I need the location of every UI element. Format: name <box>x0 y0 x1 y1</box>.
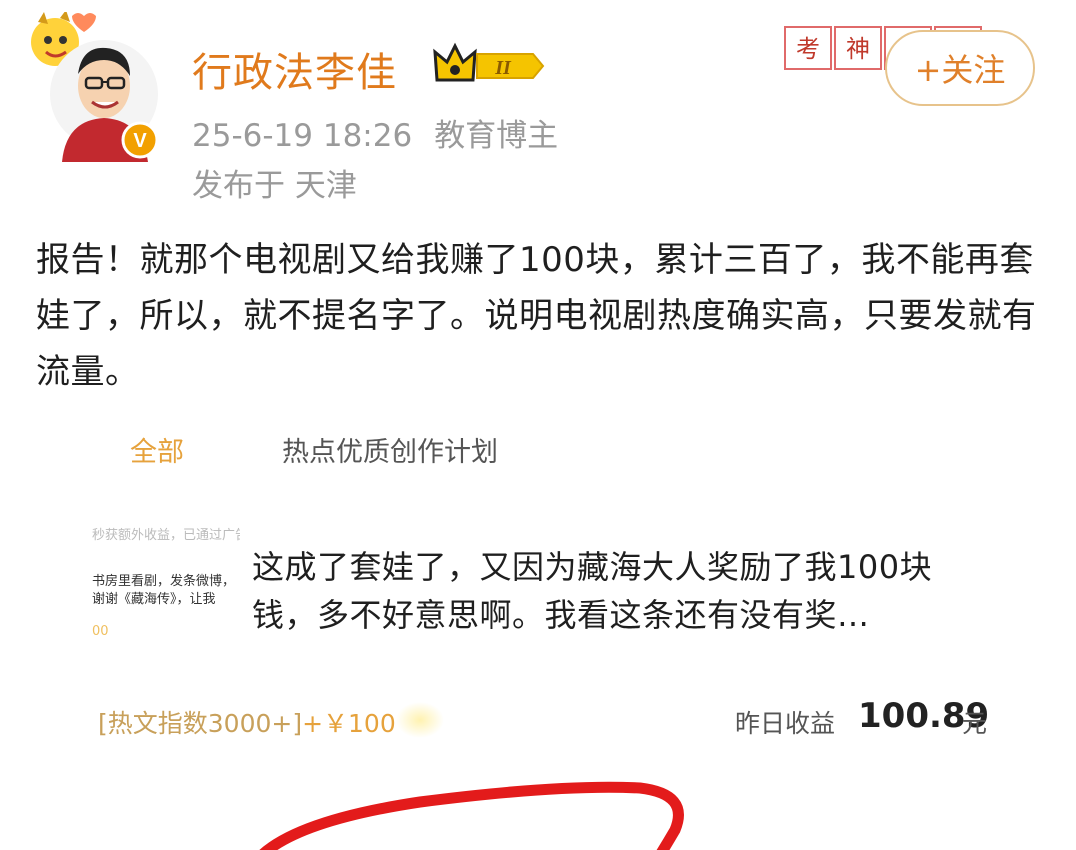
badge-level: II <box>494 57 512 79</box>
tab-hot-creation-plan[interactable]: 热点优质创作计划 <box>282 430 498 469</box>
reward-amount: +￥100 <box>302 709 396 738</box>
hot-index: [热文指数3000+] <box>98 709 303 738</box>
card-thumbnail[interactable]: 秒获额外收益，已通过广告并 书房里看剧，发条微博， 谢谢《藏海传》，让我 00 <box>80 520 240 650</box>
hot-index-reward: [热文指数3000+]+￥100 <box>98 704 396 740</box>
stamp-char-1: 考 <box>796 35 820 63</box>
yesterday-earnings-label: 昨日收益 <box>735 709 836 738</box>
red-annotation-circle <box>259 781 684 850</box>
location: 发布于 天津 <box>192 168 357 204</box>
thumb-line: 秒获额外收益，已通过广告并 <box>92 528 240 543</box>
tab-all[interactable]: 全部 <box>130 430 184 469</box>
thumb-line: 谢谢《藏海传》，让我 <box>92 592 216 607</box>
sparkle-icon <box>396 702 444 738</box>
svg-text:V: V <box>133 130 147 152</box>
verified-icon: V <box>121 121 159 159</box>
post-meta: 25-6-19 18:26 教育博主 <box>192 110 558 155</box>
thumb-line: 00 <box>92 624 109 639</box>
user-role: 教育博主 <box>434 118 559 154</box>
timestamp: 25-6-19 18:26 <box>192 118 413 154</box>
card-text[interactable]: 这成了套娃了，又因为藏海大人奖励了我100块钱，多不好意思啊。我看这条还有没有奖… <box>252 543 992 639</box>
username[interactable]: 行政法李佳 <box>192 40 397 98</box>
avatar[interactable]: V <box>30 12 170 162</box>
stamp-char-2: 神 <box>846 35 870 63</box>
currency-unit: 元 <box>962 709 988 738</box>
follow-button[interactable]: +关注 <box>885 30 1035 106</box>
post-body: 报告！就那个电视剧又给我赚了100块，累计三百了，我不能再套娃了，所以，就不提名… <box>36 240 1037 392</box>
level-badge-icon: II <box>433 42 545 82</box>
thumb-line: 书房里看剧，发条微博， <box>92 574 236 589</box>
